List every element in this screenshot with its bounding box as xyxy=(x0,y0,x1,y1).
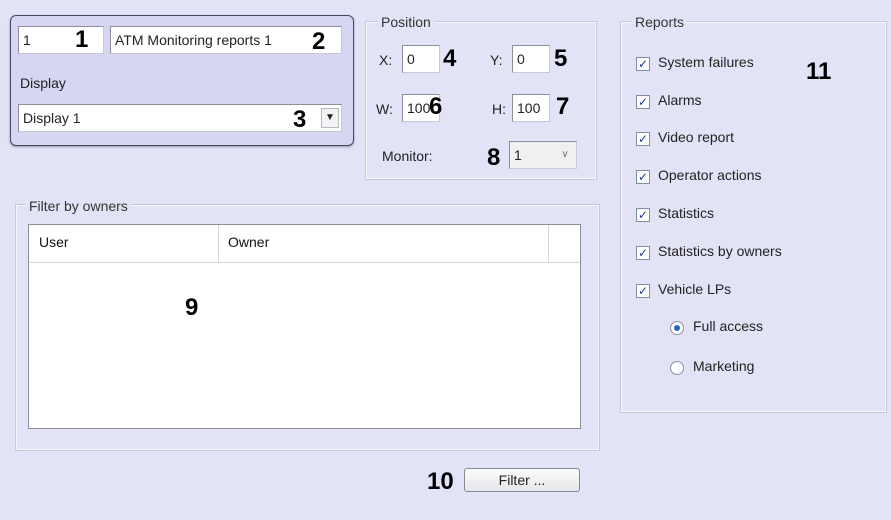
w-label: W: xyxy=(376,101,393,117)
monitor-label: Monitor: xyxy=(382,148,433,164)
callout-1: 1 xyxy=(75,26,89,53)
operator-actions-label: Operator actions xyxy=(658,167,762,183)
callout-5: 5 xyxy=(554,45,568,72)
h-field[interactable]: 100 xyxy=(512,94,550,122)
statistics-checkbox[interactable]: ✓ xyxy=(636,208,650,222)
statistics-by-owners-label: Statistics by owners xyxy=(658,243,782,259)
y-label: Y: xyxy=(490,52,503,68)
position-legend: Position xyxy=(378,14,434,30)
radio-selected-icon xyxy=(674,325,680,331)
vehicle-lps-checkbox[interactable]: ✓ xyxy=(636,284,650,298)
callout-8: 8 xyxy=(487,144,501,171)
filter-button-label: Filter ... xyxy=(498,472,546,488)
x-label: X: xyxy=(379,52,393,68)
system-failures-checkbox[interactable]: ✓ xyxy=(636,57,650,71)
monitor-select[interactable]: 1 ∨ xyxy=(509,141,577,169)
reports-legend: Reports xyxy=(632,14,688,30)
callout-11: 11 xyxy=(806,58,832,85)
h-label: H: xyxy=(492,101,506,117)
callout-6: 6 xyxy=(429,93,443,120)
name-field[interactable]: ATM Monitoring reports 1 xyxy=(110,26,342,54)
full-access-radio[interactable] xyxy=(670,321,684,335)
marketing-label: Marketing xyxy=(693,358,755,374)
x-field[interactable]: 0 xyxy=(402,45,440,73)
filter-legend: Filter by owners xyxy=(26,198,131,214)
table-header: User Owner xyxy=(29,225,580,263)
callout-9: 9 xyxy=(185,294,199,321)
monitor-select-value: 1 xyxy=(514,147,522,163)
column-header-owner-label: Owner xyxy=(228,234,270,250)
callout-4: 4 xyxy=(443,45,457,72)
video-report-checkbox[interactable]: ✓ xyxy=(636,132,650,146)
alarms-checkbox[interactable]: ✓ xyxy=(636,95,650,109)
vehicle-lps-label: Vehicle LPs xyxy=(658,281,732,297)
callout-2: 2 xyxy=(312,28,326,55)
statistics-by-owners-checkbox[interactable]: ✓ xyxy=(636,246,650,260)
filter-button[interactable]: Filter ... xyxy=(464,468,580,492)
statistics-label: Statistics xyxy=(658,205,715,221)
callout-7: 7 xyxy=(556,93,570,120)
video-report-label: Video report xyxy=(658,129,735,145)
chevron-down-icon[interactable]: ▼ xyxy=(321,108,339,128)
display-select-value: Display 1 xyxy=(23,110,81,126)
chevron-down-icon[interactable]: ∨ xyxy=(558,144,572,166)
system-failures-label: System failures xyxy=(658,54,754,70)
full-access-label: Full access xyxy=(693,318,764,334)
y-field[interactable]: 0 xyxy=(512,45,550,73)
callout-10: 10 xyxy=(427,468,454,495)
column-header-owner[interactable]: Owner xyxy=(220,225,549,263)
callout-3: 3 xyxy=(293,106,307,133)
column-header-user-label: User xyxy=(39,234,69,250)
column-header-user[interactable]: User xyxy=(29,225,219,263)
id-field[interactable]: 1 xyxy=(18,26,104,54)
display-label: Display xyxy=(20,75,66,91)
marketing-radio[interactable] xyxy=(670,361,684,375)
operator-actions-checkbox[interactable]: ✓ xyxy=(636,170,650,184)
alarms-label: Alarms xyxy=(658,92,702,108)
owners-table[interactable]: User Owner xyxy=(28,224,581,429)
